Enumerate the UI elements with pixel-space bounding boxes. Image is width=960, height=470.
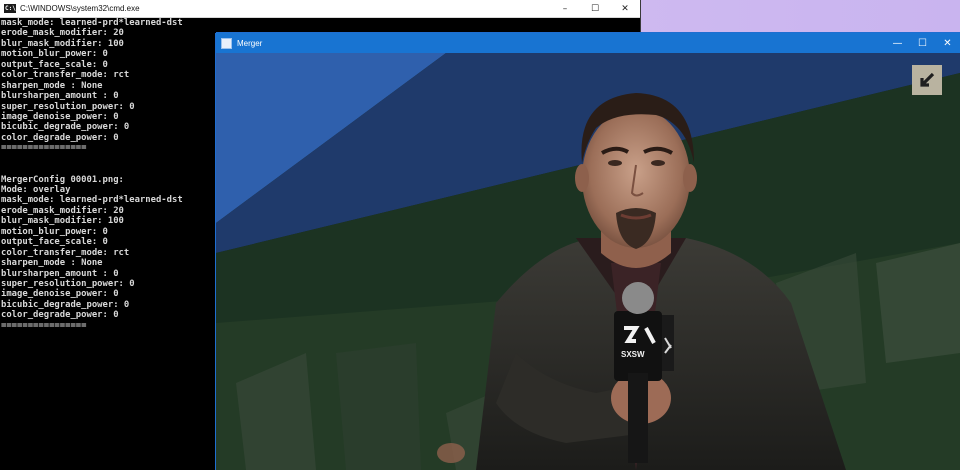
console-line: mask_mode: learned-prd*learned-dst: [1, 18, 183, 28]
cmd-close-button[interactable]: ✕: [610, 0, 640, 17]
merger-window[interactable]: Merger — ☐ ✕ SXSW: [216, 33, 960, 470]
cmd-icon: C:\: [4, 4, 16, 13]
merger-window-title: Merger: [237, 38, 263, 48]
merger-window-controls: — ☐ ✕: [885, 33, 960, 53]
merger-app-icon: [221, 37, 232, 49]
arrow-down-left-icon: [920, 72, 935, 87]
sxsw-logo-icon: [912, 65, 942, 95]
mic-logo-text: SXSW: [621, 350, 645, 359]
merger-maximize-button[interactable]: ☐: [910, 33, 935, 53]
merger-titlebar[interactable]: Merger — ☐ ✕: [216, 33, 960, 53]
cmd-maximize-button[interactable]: ☐: [580, 0, 610, 17]
merger-preview-frame: SXSW: [216, 53, 960, 470]
cmd-window-controls: – ☐ ✕: [550, 0, 640, 17]
cmd-titlebar[interactable]: C:\ C:\WINDOWS\system32\cmd.exe – ☐ ✕: [0, 0, 640, 18]
merger-close-button[interactable]: ✕: [935, 33, 960, 53]
merger-minimize-button[interactable]: —: [885, 33, 910, 53]
cmd-minimize-button[interactable]: –: [550, 0, 580, 17]
preview-image: SXSW: [216, 53, 960, 470]
cmd-window-title: C:\WINDOWS\system32\cmd.exe: [20, 4, 140, 13]
